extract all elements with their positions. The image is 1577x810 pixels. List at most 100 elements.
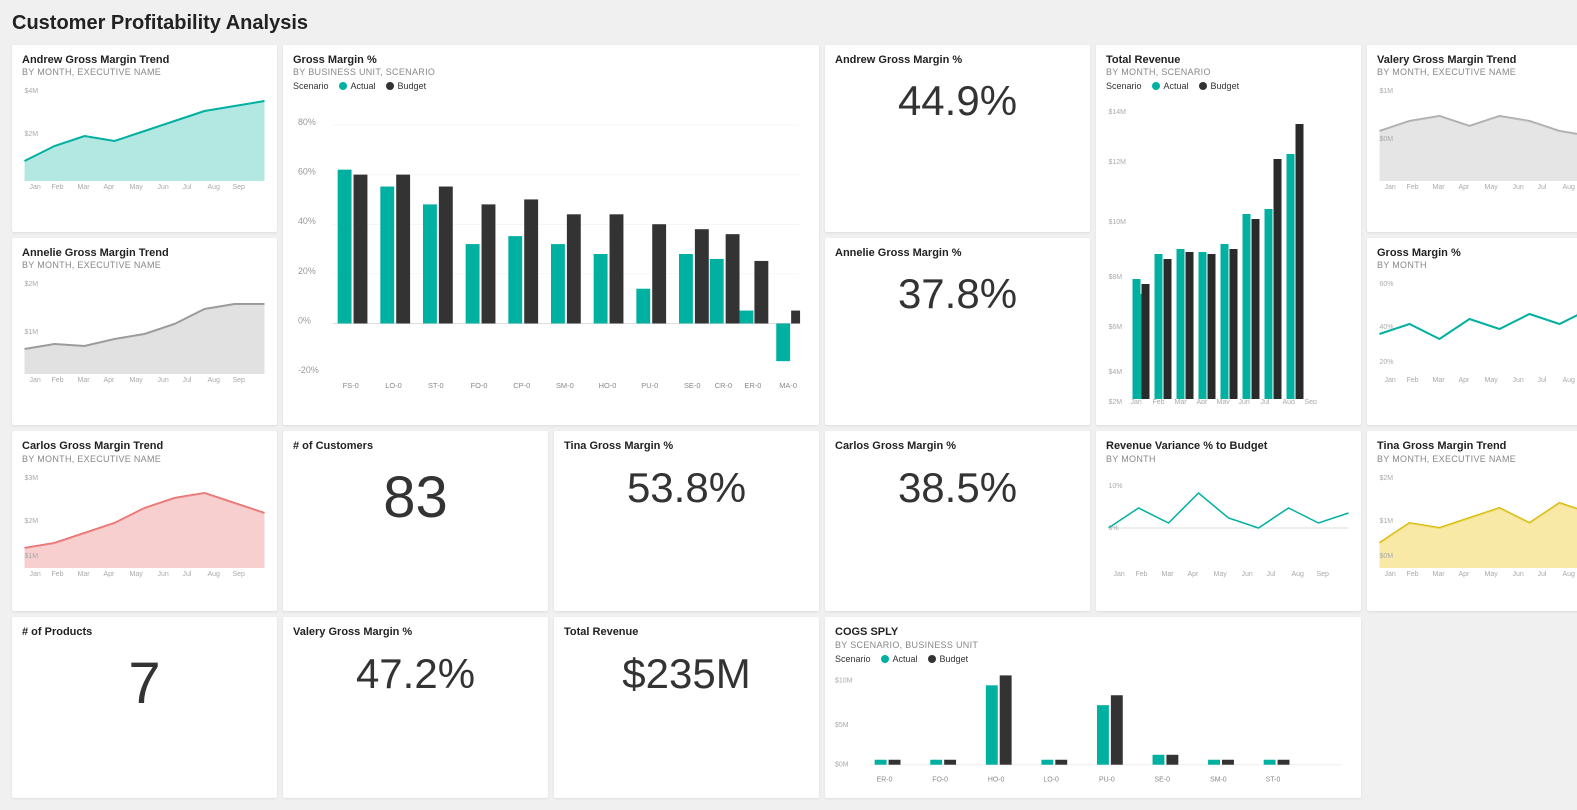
svg-text:Jul: Jul	[183, 184, 192, 191]
svg-text:Jul: Jul	[1267, 571, 1276, 578]
svg-text:60%: 60%	[298, 167, 316, 177]
svg-text:ST-0: ST-0	[1266, 776, 1281, 783]
svg-text:Jul: Jul	[183, 377, 192, 384]
svg-text:Apr: Apr	[1459, 377, 1471, 384]
svg-text:Jan: Jan	[1114, 571, 1125, 578]
actual-label: Actual	[351, 81, 376, 91]
total-revenue-chart-subtitle: BY MONTH, SCENARIO	[1106, 67, 1351, 77]
svg-text:Aug: Aug	[208, 571, 221, 578]
svg-text:LO-0: LO-0	[385, 381, 402, 390]
svg-text:Jan: Jan	[30, 184, 41, 191]
svg-text:$10M: $10M	[1109, 219, 1127, 226]
actual-dot-2	[1152, 82, 1160, 90]
svg-text:$10M: $10M	[835, 677, 853, 684]
card-total-revenue-chart: Total Revenue BY MONTH, SCENARIO Scenari…	[1096, 45, 1361, 425]
carlos-trend-chart: Jan Feb Mar Apr May Jun Jul Aug Sep $3M …	[22, 468, 267, 581]
svg-text:Feb: Feb	[1407, 571, 1419, 578]
svg-text:$3M: $3M	[25, 475, 39, 482]
cogs-sply-chart: $10M $5M $0M ER-0 FO-0 HO-0	[835, 667, 1351, 790]
budget-legend: Budget	[386, 81, 427, 91]
andrew-trend-subtitle: BY MONTH, EXECUTIVE NAME	[22, 67, 267, 77]
annelie-trend-title: Annelie Gross Margin Trend	[22, 246, 267, 260]
svg-text:$2M: $2M	[1109, 399, 1123, 404]
card-cogs-sply: COGS SPLY BY SCENARIO, BUSINESS UNIT Sce…	[825, 617, 1361, 797]
svg-text:10%: 10%	[1109, 483, 1123, 490]
actual-label-3: Actual	[893, 654, 918, 664]
svg-text:Jun: Jun	[158, 377, 169, 384]
andrew-trend-title: Andrew Gross Margin Trend	[22, 53, 267, 67]
cogs-sply-subtitle: BY SCENARIO, BUSINESS UNIT	[835, 640, 1351, 650]
total-revenue-chart: $14M $12M $10M $8M $6M $4M $2M	[1106, 94, 1351, 407]
tina-gm-pct-value: 53.8%	[564, 464, 809, 512]
svg-text:ER-0: ER-0	[745, 381, 762, 390]
svg-text:$4M: $4M	[25, 88, 39, 95]
svg-text:Apr: Apr	[1197, 399, 1209, 404]
svg-text:May: May	[130, 184, 144, 191]
card-annelie-gm-pct: Annelie Gross Margin % 37.8%	[825, 238, 1090, 425]
svg-text:$12M: $12M	[1109, 159, 1127, 166]
svg-text:Jan: Jan	[1385, 377, 1396, 384]
cogs-sply-title: COGS SPLY	[835, 625, 1351, 639]
svg-text:SM-0: SM-0	[556, 381, 574, 390]
svg-text:ER-0: ER-0	[877, 776, 893, 783]
svg-text:May: May	[130, 571, 144, 578]
svg-text:Mar: Mar	[1162, 571, 1175, 578]
card-andrew-trend: Andrew Gross Margin Trend BY MONTH, EXEC…	[12, 45, 277, 232]
card-andrew-gm-pct: Andrew Gross Margin % 44.9%	[825, 45, 1090, 232]
svg-text:HO-0: HO-0	[988, 776, 1005, 783]
gross-margin-line-subtitle: BY MONTH	[1377, 260, 1577, 270]
carlos-gm-pct-value: 38.5%	[835, 464, 1080, 512]
svg-text:May: May	[1214, 571, 1228, 578]
svg-text:Mar: Mar	[78, 184, 91, 191]
svg-text:FO-0: FO-0	[471, 381, 488, 390]
svg-text:May: May	[130, 377, 144, 384]
gross-margin-bar-legend: Scenario Actual Budget	[293, 81, 809, 91]
revenue-variance-title: Revenue Variance % to Budget	[1106, 439, 1351, 453]
svg-text:MA-0: MA-0	[779, 381, 797, 390]
svg-text:$2M: $2M	[1380, 475, 1394, 482]
svg-text:Mar: Mar	[1433, 377, 1446, 384]
actual-dot	[339, 82, 347, 90]
svg-text:HO-0: HO-0	[599, 381, 617, 390]
svg-text:May: May	[1485, 377, 1499, 384]
svg-text:Aug: Aug	[1563, 184, 1576, 191]
budget-label: Budget	[398, 81, 427, 91]
svg-text:Jun: Jun	[158, 571, 169, 578]
scenario-label-2: Scenario	[1106, 81, 1142, 91]
svg-text:Apr: Apr	[104, 571, 116, 578]
dashboard-grid: Andrew Gross Margin Trend BY MONTH, EXEC…	[12, 45, 1565, 798]
carlos-gm-pct-title: Carlos Gross Margin %	[835, 439, 1080, 453]
gross-margin-bar-subtitle: BY BUSINESS UNIT, SCENARIO	[293, 67, 809, 77]
svg-text:Jun: Jun	[158, 184, 169, 191]
svg-text:$1M: $1M	[1380, 518, 1394, 525]
annelie-gm-pct-title: Annelie Gross Margin %	[835, 246, 1080, 260]
svg-text:Apr: Apr	[104, 184, 116, 191]
valery-gm-pct-value: 47.2%	[293, 650, 538, 698]
svg-text:Aug: Aug	[208, 184, 221, 191]
card-valery-gm-pct: Valery Gross Margin % 47.2%	[283, 617, 548, 797]
actual-legend-3: Actual	[881, 654, 918, 664]
budget-dot-3	[928, 655, 936, 663]
svg-text:Mar: Mar	[78, 377, 91, 384]
svg-text:Apr: Apr	[1459, 184, 1471, 191]
svg-text:Aug: Aug	[1563, 377, 1576, 384]
svg-text:Apr: Apr	[1459, 571, 1471, 578]
carlos-trend-subtitle: BY MONTH, EXECUTIVE NAME	[22, 454, 267, 464]
budget-dot-2	[1199, 82, 1207, 90]
svg-text:Jan: Jan	[30, 571, 41, 578]
num-customers-value: 83	[293, 464, 538, 531]
total-revenue-legend: Scenario Actual Budget	[1106, 81, 1351, 91]
svg-text:20%: 20%	[1380, 359, 1394, 366]
card-tina-trend: Tina Gross Margin Trend BY MONTH, EXECUT…	[1367, 431, 1577, 611]
svg-text:May: May	[1217, 399, 1231, 404]
svg-text:Jan: Jan	[1385, 184, 1396, 191]
svg-text:Feb: Feb	[1407, 184, 1419, 191]
tina-gm-pct-title: Tina Gross Margin %	[564, 439, 809, 453]
svg-text:Jun: Jun	[1513, 377, 1524, 384]
svg-text:Feb: Feb	[52, 571, 64, 578]
budget-legend-3: Budget	[928, 654, 969, 664]
svg-text:PU-0: PU-0	[1099, 776, 1115, 783]
svg-text:$1M: $1M	[25, 329, 39, 336]
valery-trend-title: Valery Gross Margin Trend	[1377, 53, 1577, 67]
valery-gm-pct-title: Valery Gross Margin %	[293, 625, 538, 639]
